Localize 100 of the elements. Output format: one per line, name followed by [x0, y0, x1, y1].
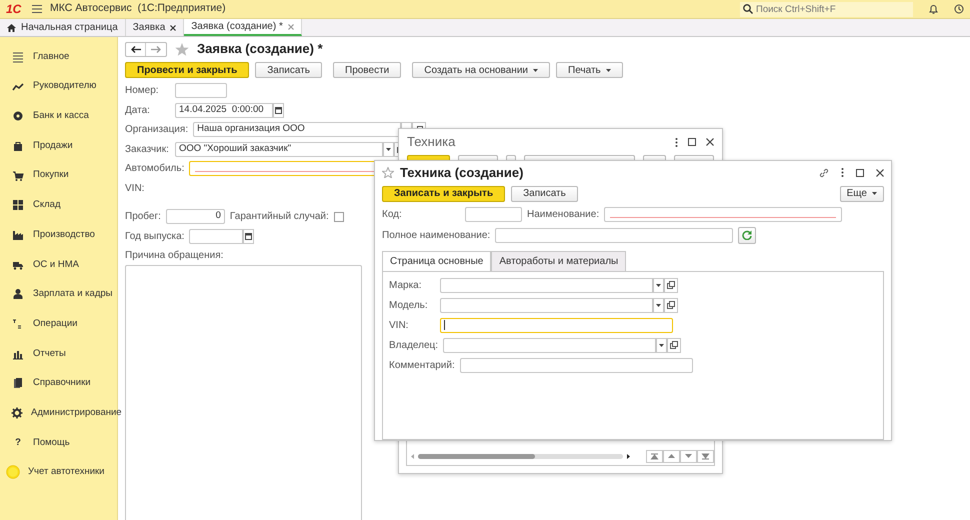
button[interactable]: Создать на основании — [412, 62, 550, 78]
up-button[interactable] — [663, 450, 680, 463]
date-field[interactable]: 14.04.2025 0:00:00 — [175, 102, 273, 118]
more-button[interactable]: Еще — [840, 186, 884, 202]
caret-icon — [656, 304, 661, 307]
button[interactable]: Провести и закрыть — [125, 62, 250, 78]
input-field[interactable]: 0 — [166, 209, 225, 224]
refresh-button[interactable] — [738, 226, 756, 244]
forward-arrow-icon — [151, 46, 161, 52]
sidebar-item[interactable]: ОС и НМА — [0, 250, 117, 280]
sidebar-item[interactable]: Главное — [0, 42, 117, 72]
field-label: Гарантийный случай: — [230, 210, 329, 224]
sidebar-item[interactable]: Продажи — [0, 131, 117, 161]
input-field[interactable] — [460, 358, 693, 373]
caret-icon — [656, 284, 661, 287]
sidebar-item[interactable]: Склад — [0, 190, 117, 220]
select-field[interactable]: ООО "Хороший заказчик" — [175, 142, 383, 156]
last-button[interactable] — [697, 450, 714, 463]
calendar-icon — [245, 232, 252, 240]
open-button[interactable] — [667, 338, 682, 353]
button[interactable] — [524, 155, 636, 160]
maximize-icon[interactable] — [688, 138, 696, 146]
open-button[interactable] — [664, 278, 678, 293]
star-icon[interactable] — [175, 42, 189, 56]
tab[interactable]: Заявка (создание) * — [184, 19, 302, 36]
button[interactable] — [643, 155, 666, 160]
scrollbar-thumb[interactable] — [418, 454, 535, 459]
select-field[interactable]: Наша организация ООО — [193, 122, 402, 137]
button[interactable] — [458, 155, 498, 160]
checkbox[interactable] — [334, 212, 344, 222]
back-arrow-icon — [130, 46, 140, 52]
calendar-button[interactable] — [243, 228, 254, 244]
scroll-right-icon[interactable] — [627, 454, 630, 459]
star-icon[interactable] — [382, 167, 394, 178]
logo: 1С — [6, 1, 22, 18]
down-button[interactable] — [680, 450, 697, 463]
arrow-bar-icon — [650, 453, 659, 460]
button[interactable]: Провести — [333, 62, 402, 78]
more-icon[interactable] — [841, 168, 844, 178]
dropdown-button[interactable] — [383, 142, 394, 156]
open-button[interactable] — [664, 298, 678, 313]
button[interactable] — [674, 155, 714, 160]
text-cursor — [444, 320, 445, 330]
search-field[interactable]: Поиск Ctrl+Shift+F — [740, 2, 913, 16]
tab[interactable]: Страница основные — [382, 250, 492, 271]
search-icon — [743, 4, 753, 14]
maximize-icon[interactable] — [856, 168, 864, 177]
tab[interactable]: Начальная страница — [0, 19, 126, 36]
select-field[interactable] — [440, 298, 653, 313]
sidebar-item[interactable]: Банк и касса — [0, 101, 117, 132]
more-icon[interactable] — [675, 138, 678, 146]
sidebar-item[interactable]: Руководителю — [0, 72, 117, 102]
menu-icon[interactable] — [32, 5, 42, 13]
select-field[interactable] — [440, 278, 653, 293]
symbols-icon — [12, 318, 24, 330]
field-label: Модель: — [389, 298, 429, 313]
button[interactable]: Записать и закрыть — [382, 186, 506, 202]
sidebar-item[interactable]: Покупки — [0, 160, 117, 190]
scroll-left-icon[interactable] — [411, 454, 414, 459]
sidebar-item[interactable]: ? Помощь — [0, 428, 117, 458]
sidebar-item[interactable]: Операции — [0, 309, 117, 339]
input-field[interactable] — [175, 83, 227, 98]
sidebar-item[interactable]: Справочники — [0, 368, 117, 398]
history-icon[interactable] — [954, 4, 964, 14]
trend-icon — [12, 80, 24, 93]
input-field[interactable] — [495, 228, 734, 243]
scrollbar-track[interactable] — [418, 454, 623, 459]
button[interactable]: Печать — [556, 62, 623, 78]
field-label: Пробег: — [125, 210, 161, 224]
sidebar-item[interactable]: Учет автотехники — [0, 458, 117, 488]
dropdown-button[interactable] — [653, 278, 664, 293]
calendar-button[interactable] — [273, 102, 284, 118]
coin-icon — [12, 110, 24, 122]
close-icon[interactable] — [706, 138, 714, 146]
field-label: VIN: — [389, 318, 410, 333]
button[interactable]: Записать — [511, 186, 578, 202]
sidebar-item[interactable]: Зарплата и кадры — [0, 280, 117, 310]
books-icon — [12, 377, 24, 390]
date-field[interactable] — [189, 228, 244, 244]
field-label: Номер: — [125, 84, 160, 98]
link-icon[interactable] — [819, 168, 829, 178]
app-title: МКС Автосервис (1С:Предприятие) — [50, 1, 226, 16]
dropdown-button[interactable] — [656, 338, 668, 353]
sidebar-item[interactable]: Отчеты — [0, 338, 117, 369]
bell-icon[interactable] — [929, 4, 938, 14]
first-button[interactable] — [646, 450, 663, 463]
sidebar-item[interactable]: Производство — [0, 220, 117, 250]
caret-icon — [872, 192, 877, 196]
input-field[interactable] — [465, 206, 522, 222]
dropdown-button[interactable] — [653, 298, 664, 313]
factory-icon — [12, 228, 24, 241]
button[interactable]: Записать — [255, 62, 322, 78]
menu-icon — [12, 50, 24, 63]
input-field[interactable] — [440, 318, 673, 333]
close-icon[interactable] — [876, 168, 884, 177]
input-field[interactable] — [604, 206, 842, 222]
select-field[interactable] — [443, 338, 656, 353]
field-label: Дата: — [125, 104, 151, 118]
tab[interactable]: Автоработы и материалы — [491, 250, 626, 271]
close-icon[interactable] — [170, 24, 176, 30]
